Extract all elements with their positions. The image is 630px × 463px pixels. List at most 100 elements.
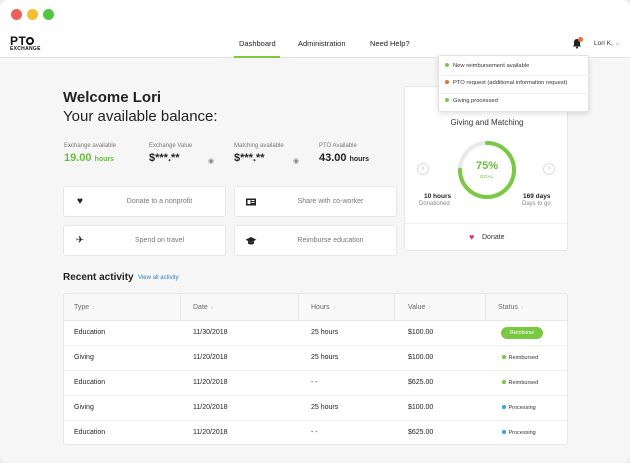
nav-dashboard[interactable]: Dashboard: [239, 39, 276, 48]
cell-date: 11/30/2018: [193, 329, 228, 336]
table-row[interactable]: Education 11/30/2018 25 hours $100.00 Re…: [64, 321, 567, 346]
reimburse-button[interactable]: Reimburse: [501, 327, 543, 339]
notification-divider: [439, 93, 590, 94]
notification-item[interactable]: PTO request (additional information requ…: [445, 79, 567, 86]
action-label: Share with co-worker: [297, 198, 364, 205]
notification-item[interactable]: New reimbursement available: [445, 62, 529, 69]
notification-dot: [445, 97, 449, 102]
chevron-right-icon[interactable]: ›: [543, 163, 555, 175]
reimburse-education-button[interactable]: Reimburse education: [234, 225, 397, 256]
stat-exchange-value-value: $***.**: [149, 152, 180, 164]
plane-icon: ✈: [75, 235, 85, 246]
status-badge: Reimbursed: [502, 380, 538, 386]
action-label: Donate to a nonprofit: [126, 198, 193, 205]
sort-icon: ↕: [428, 305, 431, 311]
chevron-left-icon[interactable]: ‹: [417, 163, 429, 175]
eye-icon[interactable]: ◉: [293, 157, 299, 165]
heart-icon: ♥: [77, 196, 83, 207]
notification-divider: [439, 75, 590, 76]
cell-value: $625.00: [408, 429, 434, 436]
action-label: Reimburse education: [297, 237, 364, 244]
sort-icon: ↕: [520, 305, 524, 311]
sort-icon: ↕: [210, 305, 214, 311]
table-row[interactable]: Giving 11/20/2018 25 hours $100.00 Proce…: [64, 396, 567, 421]
cell-date: 11/20/2018: [193, 429, 228, 436]
cell-type: Giving: [74, 404, 94, 411]
recent-activity-table: Type ↕ Date ↕ Hours ↕ Value ↕ Status ↕ Educat…: [63, 293, 568, 445]
stat-exchange-available-value: 19.00 hours: [64, 152, 115, 164]
chevron-down-icon[interactable]: ⌄: [615, 40, 620, 47]
spend-on-travel-button[interactable]: ✈ Spend on travel: [63, 225, 226, 256]
stat-matching-available-value: $***.**: [234, 152, 265, 164]
notification-dot: [445, 62, 449, 67]
nav-need-help[interactable]: Need Help?: [370, 39, 410, 48]
cell-type: Education: [74, 429, 106, 436]
table-header: Type ↕ Date ↕ Hours ↕ Value ↕ Status ↕: [64, 294, 567, 321]
card-divider: [405, 223, 567, 224]
cell-type: Education: [74, 329, 106, 336]
column-divider: [394, 294, 395, 321]
status-dot: [502, 380, 506, 384]
status-dot: [502, 405, 506, 409]
cell-date: 11/20/2018: [193, 404, 228, 411]
recent-activity-heading: Recent activity: [63, 272, 134, 283]
column-header-date[interactable]: Date ↕: [193, 304, 213, 311]
table-row[interactable]: Education 11/20/2018 - - $625.00 Reimbur…: [64, 371, 567, 396]
cell-hours: - -: [311, 379, 318, 386]
heart-icon[interactable]: ♥: [469, 232, 474, 242]
column-header-type[interactable]: Type ↕: [74, 304, 95, 311]
pto-exchange-logo[interactable]: PT EXCHANGE: [10, 34, 41, 53]
column-header-value[interactable]: Value ↕: [408, 304, 431, 311]
cell-value: $100.00: [408, 354, 434, 361]
goal-percent: 75%: [475, 160, 499, 172]
sort-icon: ↕: [332, 305, 336, 311]
cell-hours: 25 hours: [311, 404, 339, 411]
top-nav: PT EXCHANGE Dashboard Administration Nee…: [0, 30, 630, 58]
notifications-dropdown: New reimbursement available PTO request …: [438, 55, 590, 112]
stat-exchange-value-label: Exchange Value: [149, 143, 193, 149]
donate-to-nonprofit-button[interactable]: ♥ Donate to a nonprofit: [63, 186, 226, 217]
goal-label: GOAL: [479, 174, 495, 179]
cell-date: 11/20/2018: [193, 379, 228, 386]
days-to-go-label: Days to go: [522, 201, 551, 207]
view-all-activity-link[interactable]: View all activity: [138, 275, 179, 281]
balance-heading: Your available balance:: [63, 108, 218, 125]
column-header-hours[interactable]: Hours ↕: [311, 304, 335, 311]
logo-text: PT: [10, 34, 27, 48]
donate-button[interactable]: Donate: [482, 234, 505, 241]
cell-hours: 25 hours: [311, 329, 339, 336]
donated-hours-label: Donationed: [419, 201, 450, 207]
notification-dot: [445, 79, 449, 84]
action-label: Spend on travel: [134, 237, 185, 244]
cell-value: $100.00: [408, 329, 434, 336]
status-dot: [502, 430, 506, 434]
user-menu[interactable]: Lori K.: [594, 40, 613, 47]
cell-value: $625.00: [408, 379, 434, 386]
donated-hours-value: 10 hours: [424, 193, 452, 200]
eye-icon[interactable]: ◉: [208, 157, 214, 165]
id-card-icon: [246, 198, 256, 206]
title-bar: [0, 0, 630, 30]
welcome-heading: Welcome Lori: [63, 89, 162, 106]
close-window-button[interactable]: [11, 9, 22, 20]
stat-pto-available-value: 43.00 hours: [319, 152, 370, 164]
status-badge: Processing: [502, 405, 536, 411]
nav-administration[interactable]: Administration: [298, 39, 346, 48]
table-row[interactable]: Giving 11/20/2018 25 hours $100.00 Reimb…: [64, 346, 567, 371]
nav-active-indicator: [234, 56, 280, 58]
minimize-window-button[interactable]: [27, 9, 38, 20]
table-row[interactable]: Education 11/20/2018 - - $625.00 Process…: [64, 421, 567, 444]
graduation-cap-icon: [245, 237, 257, 245]
cell-type: Education: [74, 379, 106, 386]
share-with-coworker-button[interactable]: Share with co-worker: [234, 186, 397, 217]
stat-pto-available-label: PTO Available: [319, 143, 357, 149]
days-to-go-value: 169 days: [523, 193, 551, 200]
column-header-status[interactable]: Status ↕: [498, 304, 523, 311]
cell-value: $100.00: [408, 404, 434, 411]
maximize-window-button[interactable]: [43, 9, 54, 20]
notification-item[interactable]: Giving processed: [445, 97, 498, 104]
sort-icon: ↕: [92, 305, 95, 311]
app-window: PT EXCHANGE Dashboard Administration Nee…: [0, 0, 630, 463]
giving-card-title: Giving and Matching: [450, 118, 524, 127]
status-badge: Reimbursed: [502, 355, 538, 361]
